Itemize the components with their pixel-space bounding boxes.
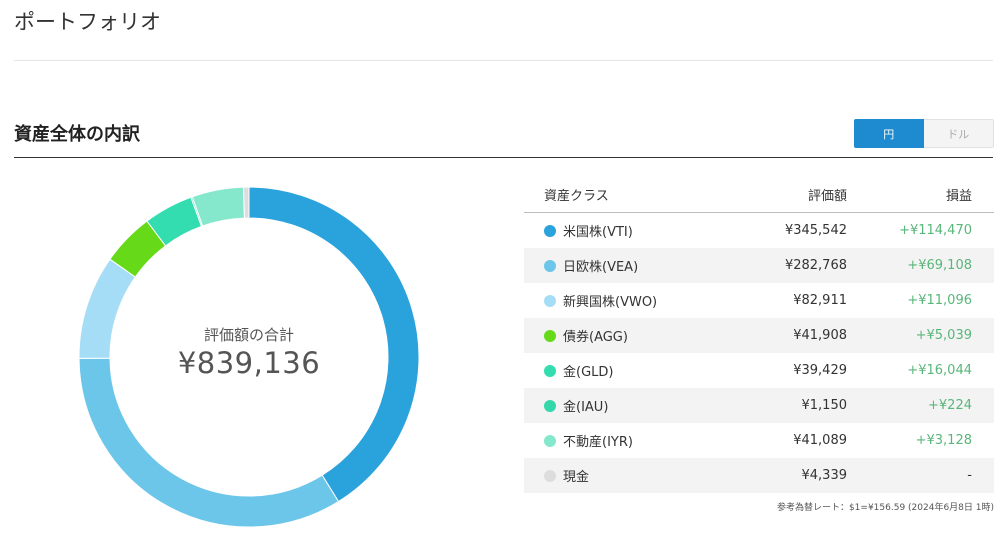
legend-dot-icon [544, 294, 556, 307]
table-row: 新興国株(VWO) ¥82,911 +¥11,096 [524, 283, 994, 318]
header-asset-class: 資産クラス [544, 188, 609, 204]
asset-value: ¥282,768 [784, 258, 847, 273]
section-title: 資産全体の内訳 [14, 124, 140, 145]
legend-dot-icon [544, 329, 556, 342]
table-row: 債券(AGG) ¥41,908 +¥5,039 [524, 318, 994, 353]
table-row: 現金 ¥4,339 - [524, 458, 994, 493]
exchange-rate-note: 参考為替レート：$1=¥156.59 (2024年6月8日 1時) [776, 503, 994, 513]
asset-gain: +¥224 [928, 398, 972, 413]
asset-name: 現金 [563, 470, 590, 485]
legend-dot-icon [544, 434, 556, 447]
asset-gain: - [967, 468, 972, 483]
total-value-label: 評価額の合計 [203, 326, 294, 344]
legend-dot-icon [544, 469, 556, 482]
asset-value: ¥82,911 [793, 293, 847, 308]
asset-gain: +¥3,128 [915, 433, 972, 448]
section-divider [14, 157, 993, 158]
legend-dot-icon [544, 259, 556, 272]
asset-name: 金(GLD) [563, 365, 614, 380]
asset-gain: +¥114,470 [899, 223, 972, 238]
table-row: 金(GLD) ¥39,429 +¥16,044 [524, 353, 994, 388]
asset-name: 米国株(VTI) [563, 225, 633, 240]
asset-value: ¥1,150 [801, 398, 848, 413]
divider [14, 60, 993, 61]
legend-dot-icon [544, 364, 556, 377]
asset-value: ¥4,339 [801, 468, 848, 483]
donut-center: 評価額の合計 ¥839,136 [78, 186, 420, 528]
legend-dot-icon [544, 399, 556, 412]
table-header: 資産クラス 評価額 損益 [524, 176, 994, 213]
table-row: 米国株(VTI) ¥345,542 +¥114,470 [524, 213, 994, 248]
asset-name: 債券(AGG) [563, 330, 628, 345]
asset-gain: +¥16,044 [907, 363, 972, 378]
dollar-toggle-button[interactable]: ドル [923, 119, 994, 148]
table-row: 不動産(IYR) ¥41,089 +¥3,128 [524, 423, 994, 458]
allocation-table: 資産クラス 評価額 損益 米国株(VTI) ¥345,542 +¥114,470… [524, 176, 994, 493]
table-row: 金(IAU) ¥1,150 +¥224 [524, 388, 994, 423]
total-value-amount: ¥839,136 [177, 346, 321, 380]
header-value: 評価額 [807, 188, 847, 204]
asset-gain: +¥69,108 [907, 258, 972, 273]
asset-name: 新興国株(VWO) [563, 295, 658, 310]
asset-name: 金(IAU) [563, 400, 609, 415]
allocation-donut-chart: 評価額の合計 ¥839,136 [78, 186, 420, 528]
asset-name: 不動産(IYR) [563, 435, 633, 450]
yen-toggle-button[interactable]: 円 [854, 119, 924, 148]
currency-toggle: 円 ドル [854, 119, 994, 148]
table-row: 日欧株(VEA) ¥282,768 +¥69,108 [524, 248, 994, 283]
asset-value: ¥41,089 [793, 433, 847, 448]
page-title: ポートフォリオ [14, 10, 161, 34]
asset-value: ¥41,908 [793, 328, 847, 343]
asset-gain: +¥11,096 [907, 293, 972, 308]
header-gain: 損益 [945, 188, 972, 204]
asset-value: ¥39,429 [793, 363, 847, 378]
asset-gain: +¥5,039 [915, 328, 972, 343]
legend-dot-icon [544, 224, 556, 237]
asset-name: 日欧株(VEA) [563, 260, 639, 275]
asset-value: ¥345,542 [784, 223, 847, 238]
